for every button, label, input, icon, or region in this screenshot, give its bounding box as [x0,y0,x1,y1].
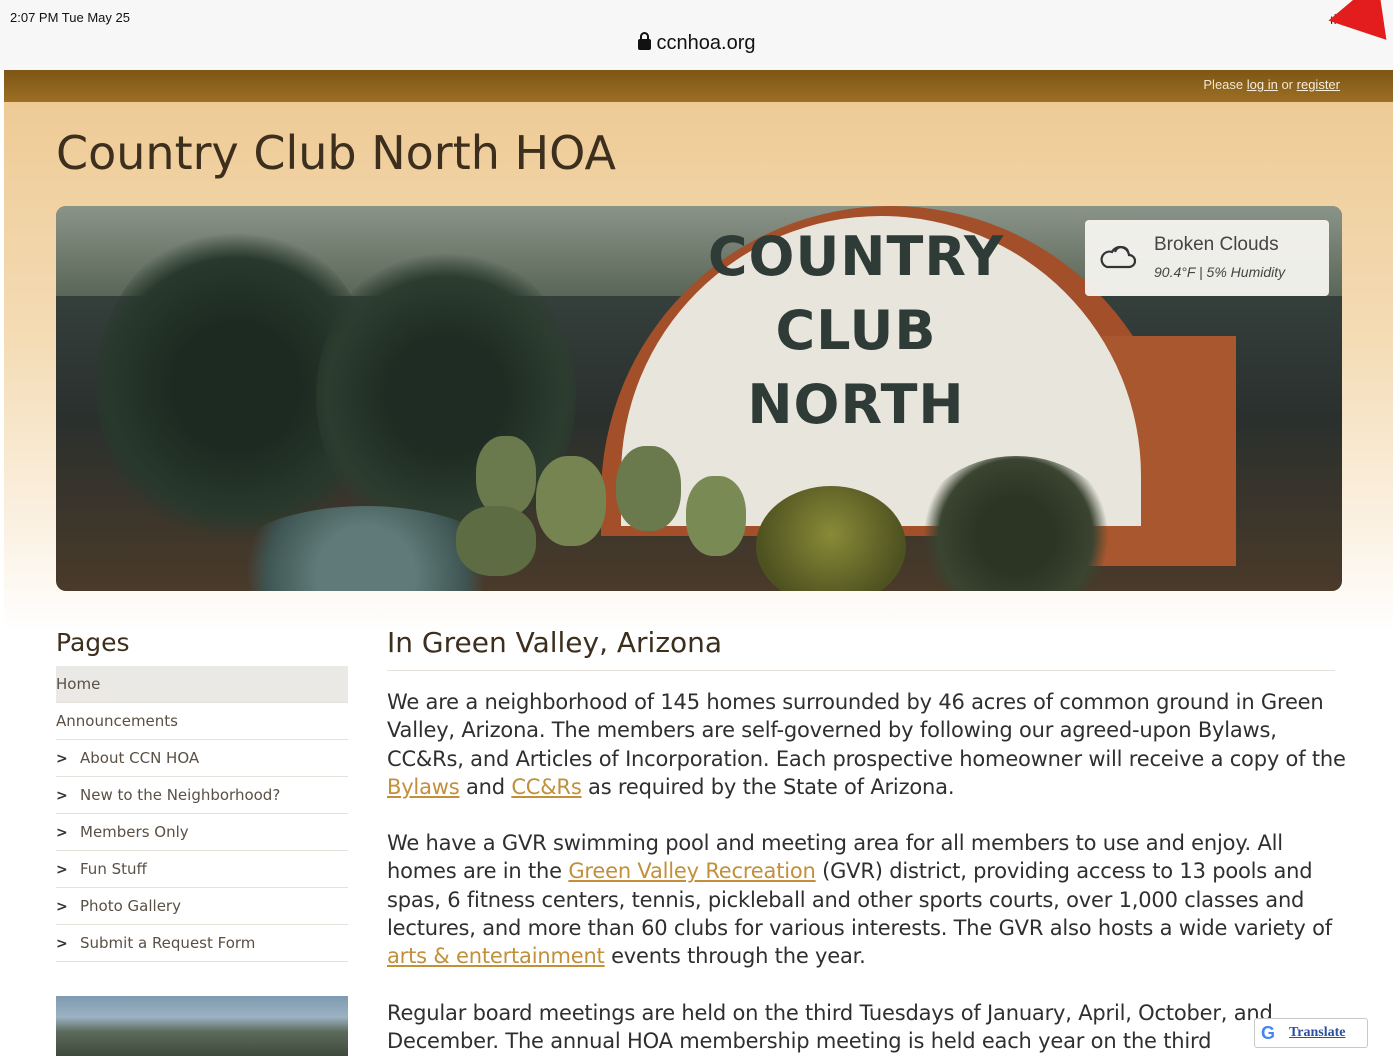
weather-widget: Broken Clouds 90.4°F | 5% Humidity [1085,220,1329,296]
site-title[interactable]: Country Club North HOA [56,126,616,180]
lock-icon [637,32,651,50]
page-heading: In Green Valley, Arizona [387,626,723,659]
prickly-pear-cactus [476,436,536,516]
sign-line-3: NORTH [747,373,965,436]
prickly-pear-cactus [456,506,536,576]
sign-line-2: CLUB [775,299,937,362]
paragraph-text: We are a neighborhood of 145 homes surro… [387,690,1346,771]
sidebar-item-home[interactable]: Home [56,666,348,703]
sidebar-heading: Pages [56,628,130,657]
prickly-pear-cactus [536,456,606,546]
cloud-icon [1100,245,1137,269]
login-prompt: Please log in or register [1203,77,1340,92]
paragraph-text: and [459,774,512,799]
sidebar-photo[interactable] [56,996,348,1056]
sidebar-item-about[interactable]: > About CCN HOA [56,740,348,777]
sidebar-item-photo-gallery[interactable]: > Photo Gallery [56,888,348,925]
sidebar-item-request-form[interactable]: > Submit a Request Form [56,925,348,962]
translate-label: Translate [1289,1025,1346,1040]
weather-detail: 90.4°F | 5% Humidity [1154,264,1286,280]
chevron-right-icon: > [56,899,68,915]
sidebar-item-fun-stuff[interactable]: > Fun Stuff [56,851,348,888]
meetings-paragraph: Regular board meetings are held on the t… [387,1001,1273,1054]
prickly-pear-cactus [616,446,681,531]
sidebar-item-members-only[interactable]: > Members Only [56,814,348,851]
paragraph-text: events through the year. [604,944,866,969]
sidebar-item-new-to-neighborhood[interactable]: > New to the Neighborhood? [56,777,348,814]
intro-paragraph: We are a neighborhood of 145 homes surro… [387,688,1347,801]
site-top-bar: Please log in or register [4,70,1393,102]
url-text: ccnhoa.org [656,32,756,54]
status-time: 2:07 PM Tue May 25 [10,10,130,25]
chevron-right-icon: > [56,936,68,952]
sidebar-item-label: Submit a Request Form [80,934,256,952]
sidebar-item-label: New to the Neighborhood? [80,786,281,804]
register-link[interactable]: register [1297,77,1340,92]
login-middle: or [1277,77,1297,92]
paragraph-text: as required by the State of Arizona. [581,774,955,799]
gvr-link[interactable]: Green Valley Recreation [568,859,815,883]
arts-entertainment-link[interactable]: arts & entertainment [387,944,605,968]
sidebar-item-announcements[interactable]: Announcements [56,703,348,740]
sidebar-item-label: Home [56,675,101,693]
heading-divider [387,670,1335,671]
chevron-right-icon: > [56,825,68,841]
browser-status-bar: 2:07 PM Tue May 25 ccnhoa.org ıl ᯤ [0,0,1393,70]
translate-button[interactable]: G Translate [1254,1018,1368,1048]
weather-condition: Broken Clouds [1154,234,1279,255]
sign-line-1: COUNTRY [707,225,1005,288]
sidebar-menu: Home Announcements > About CCN HOA > New t… [56,666,348,962]
sidebar-item-label: About CCN HOA [80,749,200,767]
chevron-right-icon: > [56,788,68,804]
address-bar[interactable]: ccnhoa.org [0,32,1393,55]
google-g-icon: G [1261,1023,1276,1043]
ccrs-link[interactable]: CC&Rs [511,775,581,799]
sidebar-item-label: Photo Gallery [80,897,181,915]
sidebar-item-label: Fun Stuff [80,860,147,878]
sidebar-item-label: Members Only [80,823,189,841]
login-prefix: Please [1203,77,1247,92]
login-link[interactable]: log in [1247,77,1278,92]
bylaws-link[interactable]: Bylaws [387,775,460,799]
sidebar-item-label: Announcements [56,712,178,730]
gvr-paragraph: We have a GVR swimming pool and meeting … [387,829,1347,970]
sign-lettering: COUNTRY CLUB NORTH [621,220,1091,442]
chevron-right-icon: > [56,862,68,878]
prickly-pear-cactus [686,476,746,556]
chevron-right-icon: > [56,751,68,767]
